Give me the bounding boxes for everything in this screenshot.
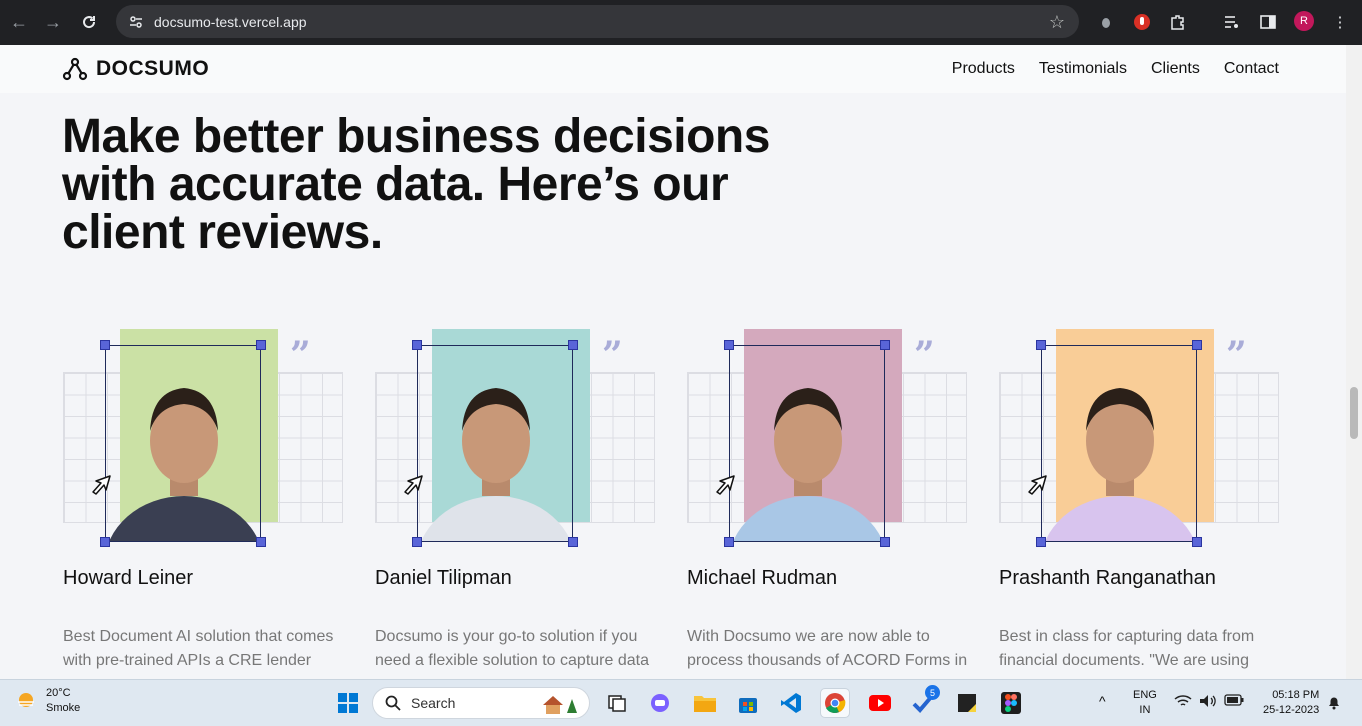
notifications-bell-icon[interactable]	[1326, 694, 1342, 715]
nav-products[interactable]: Products	[952, 60, 1015, 78]
nav-clients[interactable]: Clients	[1151, 60, 1200, 78]
windows-taskbar: 20°C Smoke Search 5 ^ ENG IN 05:18 PM 25…	[0, 679, 1362, 726]
time-text: 05:18 PM	[1272, 689, 1320, 701]
page-scrollbar[interactable]	[1346, 45, 1362, 679]
media-control-icon[interactable]	[1221, 11, 1243, 33]
client-name: Howard Leiner	[63, 567, 194, 589]
client-name: Prashanth Ranganathan	[999, 567, 1216, 589]
extensions-puzzle-icon[interactable]	[1167, 11, 1189, 33]
scrollbar-thumb[interactable]	[1350, 387, 1358, 439]
cursor-arrow-icon	[716, 475, 735, 495]
address-bar[interactable]: docsumo-test.vercel.app ☆	[116, 5, 1079, 38]
selection-handle[interactable]	[256, 537, 266, 547]
selection-handle[interactable]	[412, 340, 422, 350]
language-indicator[interactable]: ENG IN	[1133, 688, 1157, 718]
page-headline: Make better business decisions with accu…	[62, 110, 770, 259]
quote-icon: ”	[914, 334, 935, 376]
logo-icon	[62, 57, 88, 81]
quote-icon: ”	[290, 334, 311, 376]
figma-icon[interactable]	[996, 688, 1026, 718]
reload-icon[interactable]	[74, 7, 104, 37]
cursor-arrow-icon	[404, 475, 423, 495]
clock[interactable]: 05:18 PM 25-12-2023	[1263, 688, 1319, 718]
youtube-icon[interactable]	[865, 688, 895, 718]
teams-chat-icon[interactable]	[645, 688, 675, 718]
sun-haze-icon	[18, 693, 34, 707]
browser-toolbar: ← → docsumo-test.vercel.app ☆ R ⋮	[0, 0, 1362, 45]
client-portrait	[105, 345, 261, 542]
chrome-icon[interactable]	[820, 688, 850, 718]
client-review-text: Docsumo is your go-to solution if you ne…	[375, 628, 649, 669]
temperature-text: 20°C	[46, 687, 71, 699]
volume-icon[interactable]	[1199, 694, 1217, 713]
review-card: ” Michael Rudman With Docsumo we are now…	[687, 329, 969, 679]
cursor-arrow-icon	[1028, 475, 1047, 495]
selection-handle[interactable]	[1192, 537, 1202, 547]
vscode-icon[interactable]	[776, 688, 806, 718]
nav-testimonials[interactable]: Testimonials	[1039, 60, 1127, 78]
selection-handle[interactable]	[724, 340, 734, 350]
docsumo-logo[interactable]: DOCSUMO	[62, 57, 209, 81]
adblock-extension-icon[interactable]	[1131, 11, 1153, 33]
selection-handle[interactable]	[568, 537, 578, 547]
task-view-icon[interactable]	[602, 688, 632, 718]
site-header: DOCSUMO Products Testimonials Clients Co…	[0, 45, 1346, 93]
client-review-text: Best Document AI solution that comes wit…	[63, 628, 334, 669]
microsoft-store-icon[interactable]	[733, 688, 763, 718]
todo-badge: 5	[925, 685, 940, 700]
holiday-house-icon	[543, 696, 577, 714]
bookmark-star-icon[interactable]: ☆	[1049, 12, 1065, 33]
wifi-icon[interactable]	[1174, 694, 1192, 713]
cursor-arrow-icon	[92, 475, 111, 495]
profile-avatar[interactable]: R	[1294, 11, 1314, 31]
selection-handle[interactable]	[880, 537, 890, 547]
client-portrait	[417, 345, 573, 542]
client-review-text: With Docsumo we are now able to process …	[687, 628, 968, 669]
search-placeholder: Search	[411, 695, 456, 711]
selection-handle[interactable]	[1036, 537, 1046, 547]
selection-handle[interactable]	[256, 340, 266, 350]
browser-menu-icon[interactable]: ⋮	[1329, 11, 1351, 33]
search-icon	[385, 695, 401, 711]
date-text: 25-12-2023	[1263, 704, 1320, 716]
file-explorer-icon[interactable]	[690, 688, 720, 718]
quote-icon: ”	[1226, 334, 1247, 376]
review-card: ” Howard Leiner Best Document AI solutio…	[63, 329, 345, 679]
side-panel-icon[interactable]	[1257, 11, 1279, 33]
language-text: ENG	[1133, 689, 1157, 701]
selection-handle[interactable]	[1036, 340, 1046, 350]
client-portrait	[729, 345, 885, 542]
selection-handle[interactable]	[100, 537, 110, 547]
main-nav: Products Testimonials Clients Contact	[952, 60, 1279, 78]
selection-handle[interactable]	[880, 340, 890, 350]
logo-text: DOCSUMO	[96, 57, 210, 80]
selection-handle[interactable]	[724, 537, 734, 547]
client-name: Michael Rudman	[687, 567, 838, 589]
quote-icon: ”	[602, 334, 623, 376]
selection-handle[interactable]	[568, 340, 578, 350]
selection-handle[interactable]	[1192, 340, 1202, 350]
weather-text: Smoke	[46, 702, 81, 714]
show-hidden-icons-chevron-icon[interactable]: ^	[1099, 694, 1106, 709]
review-card: ” Prashanth Ranganathan Best in class fo…	[999, 329, 1281, 679]
sticky-notes-icon[interactable]	[952, 688, 982, 718]
battery-icon[interactable]	[1224, 694, 1244, 711]
client-portrait	[1041, 345, 1197, 542]
review-card: ” Daniel Tilipman Docsumo is your go-to …	[375, 329, 657, 679]
region-text: IN	[1139, 704, 1151, 716]
back-icon[interactable]: ←	[4, 7, 34, 37]
windows-start-icon[interactable]	[333, 688, 363, 718]
extension-icon[interactable]	[1095, 11, 1117, 33]
client-review-text: Best in class for capturing data from fi…	[999, 628, 1255, 669]
url-text[interactable]: docsumo-test.vercel.app	[154, 14, 307, 30]
site-settings-icon[interactable]	[128, 14, 144, 30]
taskbar-search[interactable]: Search	[372, 687, 590, 719]
selection-handle[interactable]	[100, 340, 110, 350]
selection-handle[interactable]	[412, 537, 422, 547]
nav-contact[interactable]: Contact	[1224, 60, 1279, 78]
weather-widget[interactable]: 20°C Smoke	[14, 686, 80, 716]
forward-icon[interactable]: →	[38, 7, 68, 37]
client-name: Daniel Tilipman	[375, 567, 512, 589]
